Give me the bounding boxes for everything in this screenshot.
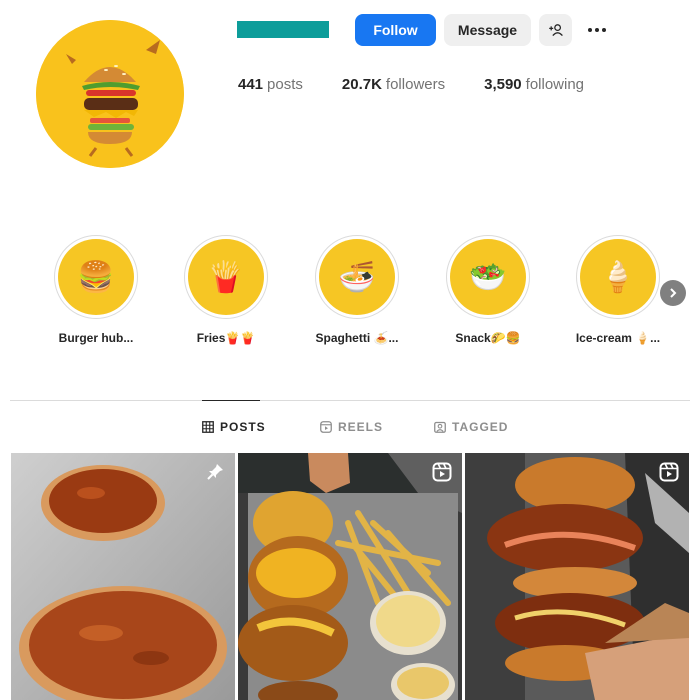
message-button[interactable]: Message — [444, 14, 531, 46]
reel-icon — [659, 462, 679, 482]
followers-count[interactable]: 20.7K followers — [342, 76, 445, 93]
highlight-spaghetti[interactable]: 🍜 Spaghetti 🍝... — [297, 235, 417, 345]
ellipsis-icon — [588, 28, 592, 32]
highlight-label: Fries🍟🍟 — [196, 331, 256, 345]
tabs-divider — [10, 400, 690, 401]
highlights-next-button[interactable] — [660, 280, 686, 306]
burger-avatar-icon — [36, 20, 184, 168]
highlight-snack[interactable]: 🥗 Snack🌮🍔 — [428, 235, 548, 345]
post-stacked-chicken-burger[interactable] — [465, 453, 689, 700]
more-options-button[interactable] — [582, 18, 612, 42]
highlight-label: Burger hub... — [58, 331, 134, 345]
post-chicken-sandwich-fries[interactable] — [238, 453, 462, 700]
username-redacted — [237, 21, 329, 38]
active-tab-indicator — [202, 400, 260, 401]
highlight-burger-hub[interactable]: 🍔 Burger hub... — [36, 235, 156, 345]
reels-icon — [320, 421, 332, 433]
profile-avatar[interactable] — [36, 20, 184, 168]
reel-icon — [432, 462, 452, 482]
highlight-label: Spaghetti 🍝... — [315, 331, 399, 345]
profile-stats: 441 posts 20.7K followers 3,590 following — [238, 76, 623, 93]
person-plus-icon — [548, 24, 563, 37]
following-count[interactable]: 3,590 following — [484, 76, 584, 93]
grid-icon — [202, 421, 214, 433]
highlight-label: Ice-cream 🍦... — [575, 331, 661, 345]
fries-icon: 🍟 — [188, 239, 264, 315]
burger-icon: 🍔 — [58, 239, 134, 315]
noodles-icon: 🍜 — [319, 239, 395, 315]
tab-reels[interactable]: REELS — [320, 419, 383, 435]
posts-count: 441 posts — [238, 76, 303, 93]
post-glazed-buns[interactable] — [11, 453, 235, 700]
post-image — [238, 453, 462, 700]
tab-tagged[interactable]: TAGGED — [434, 419, 508, 435]
follow-button[interactable]: Follow — [355, 14, 436, 46]
pin-icon — [207, 464, 223, 480]
post-image — [11, 453, 235, 700]
highlight-label: Snack🌮🍔 — [455, 331, 521, 345]
tagged-icon — [434, 421, 446, 433]
ice-cream-icon: 🍦 — [580, 239, 656, 315]
suggest-user-button[interactable] — [539, 14, 572, 46]
post-image — [465, 453, 689, 700]
salad-icon: 🥗 — [450, 239, 526, 315]
tab-posts[interactable]: POSTS — [202, 419, 266, 435]
chevron-right-icon — [670, 288, 677, 298]
highlight-fries[interactable]: 🍟 Fries🍟🍟 — [166, 235, 286, 345]
